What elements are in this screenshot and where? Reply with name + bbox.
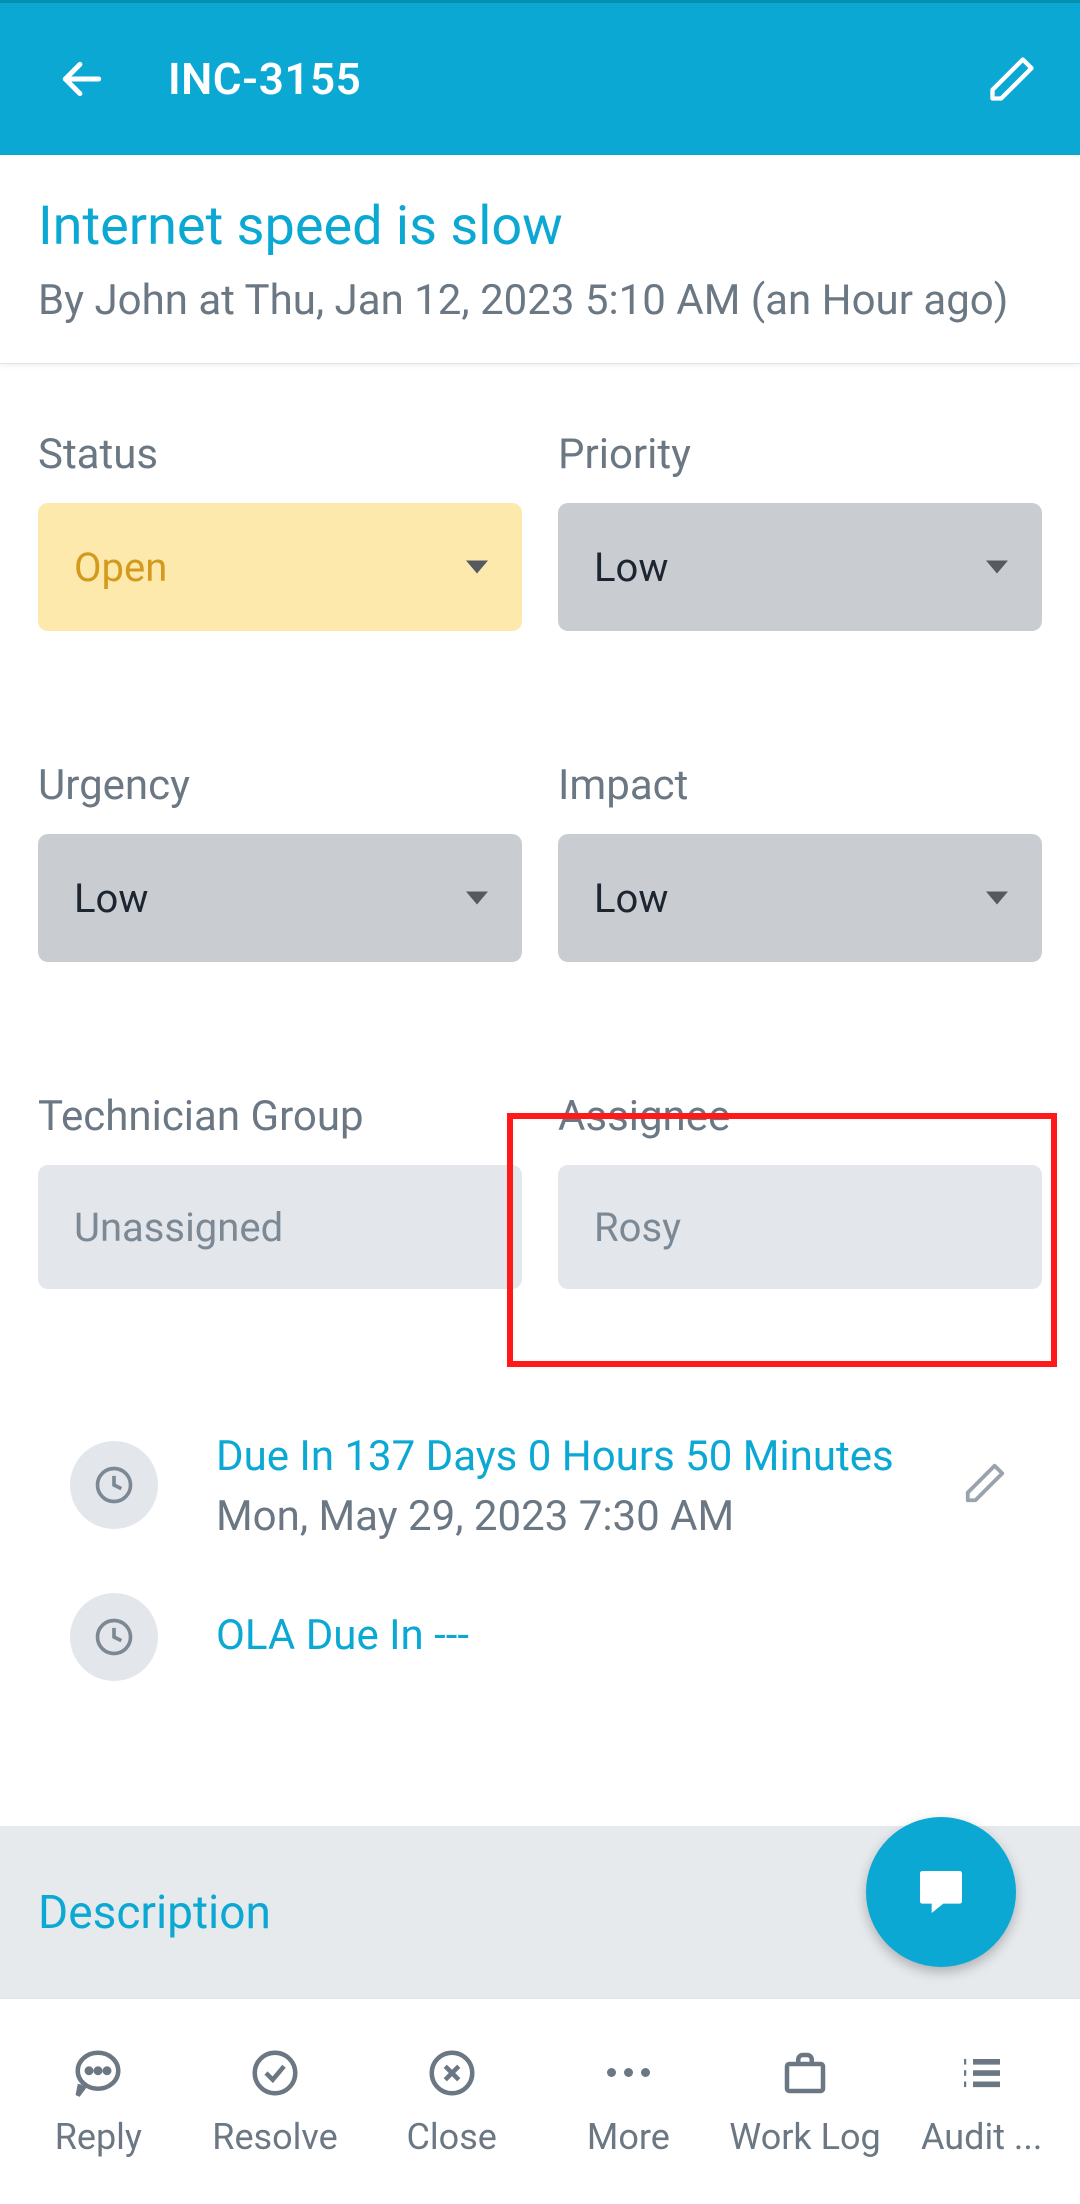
ola-due: OLA Due In --- (216, 1608, 1042, 1665)
app-header: INC-3155 (0, 3, 1080, 155)
nav-audit-label: Audit ... (921, 2116, 1042, 2158)
status-value: Open (74, 544, 167, 591)
briefcase-icon (778, 2046, 832, 2100)
urgency-label: Urgency (38, 761, 522, 810)
chevron-down-icon (986, 561, 1008, 574)
more-icon (607, 2046, 650, 2100)
due-countdown: Due In 137 Days 0 Hours 50 Minutes (216, 1429, 962, 1486)
ticket-title: Internet speed is slow (38, 195, 1042, 258)
chevron-down-icon (986, 892, 1008, 905)
due-date-row: Due In 137 Days 0 Hours 50 Minutes Mon, … (70, 1429, 1042, 1541)
chevron-down-icon (466, 892, 488, 905)
due-edit-button[interactable] (962, 1460, 1012, 1510)
pencil-icon (962, 1460, 1008, 1506)
assignee-select[interactable]: Rosy (558, 1165, 1042, 1289)
clock-icon (92, 1615, 136, 1659)
chat-icon (913, 1864, 969, 1920)
clock-icon (92, 1463, 136, 1507)
impact-label: Impact (558, 761, 1042, 810)
nav-audit[interactable]: Audit ... (893, 2046, 1070, 2158)
urgency-value: Low (74, 875, 148, 922)
nav-more-label: More (587, 2116, 670, 2158)
nav-worklog-label: Work Log (729, 2116, 880, 2158)
priority-value: Low (594, 544, 668, 591)
chevron-down-icon (466, 561, 488, 574)
priority-select[interactable]: Low (558, 503, 1042, 631)
chat-fab[interactable] (866, 1817, 1016, 1967)
bottom-nav: Reply Resolve Close More Work Log Audit … (0, 1998, 1080, 2204)
urgency-select[interactable]: Low (38, 834, 522, 962)
check-circle-icon (248, 2046, 302, 2100)
nav-worklog[interactable]: Work Log (717, 2046, 894, 2158)
nav-close[interactable]: Close (363, 2046, 540, 2158)
nav-reply[interactable]: Reply (10, 2046, 187, 2158)
nav-reply-label: Reply (55, 2116, 142, 2158)
pencil-icon (986, 53, 1038, 105)
technician-group-label: Technician Group (38, 1092, 522, 1141)
clock-badge (70, 1441, 158, 1529)
description-label: Description (38, 1886, 271, 1940)
nav-resolve[interactable]: Resolve (187, 2046, 364, 2158)
due-datetime: Mon, May 29, 2023 7:30 AM (216, 1492, 962, 1541)
impact-value: Low (594, 875, 668, 922)
back-button[interactable] (56, 53, 108, 105)
ticket-summary: Internet speed is slow By John at Thu, J… (0, 155, 1080, 364)
x-circle-icon (425, 2046, 479, 2100)
status-label: Status (38, 430, 522, 479)
assignee-label: Assignee (558, 1092, 1042, 1141)
impact-select[interactable]: Low (558, 834, 1042, 962)
arrow-left-icon (57, 54, 107, 104)
ticket-meta: By John at Thu, Jan 12, 2023 5:10 AM (an… (38, 276, 1042, 325)
technician-group-select[interactable]: Unassigned (38, 1165, 522, 1289)
nav-close-label: Close (406, 2116, 496, 2158)
ticket-id: INC-3155 (168, 53, 984, 105)
list-icon (955, 2046, 1009, 2100)
priority-label: Priority (558, 430, 1042, 479)
edit-button[interactable] (984, 51, 1040, 107)
technician-group-value: Unassigned (74, 1204, 283, 1251)
ola-due-row: OLA Due In --- (70, 1593, 1042, 1681)
nav-resolve-label: Resolve (212, 2116, 337, 2158)
status-select[interactable]: Open (38, 503, 522, 631)
clock-badge (70, 1593, 158, 1681)
nav-more[interactable]: More (540, 2046, 717, 2158)
assignee-value: Rosy (594, 1204, 681, 1251)
reply-icon (71, 2046, 125, 2100)
